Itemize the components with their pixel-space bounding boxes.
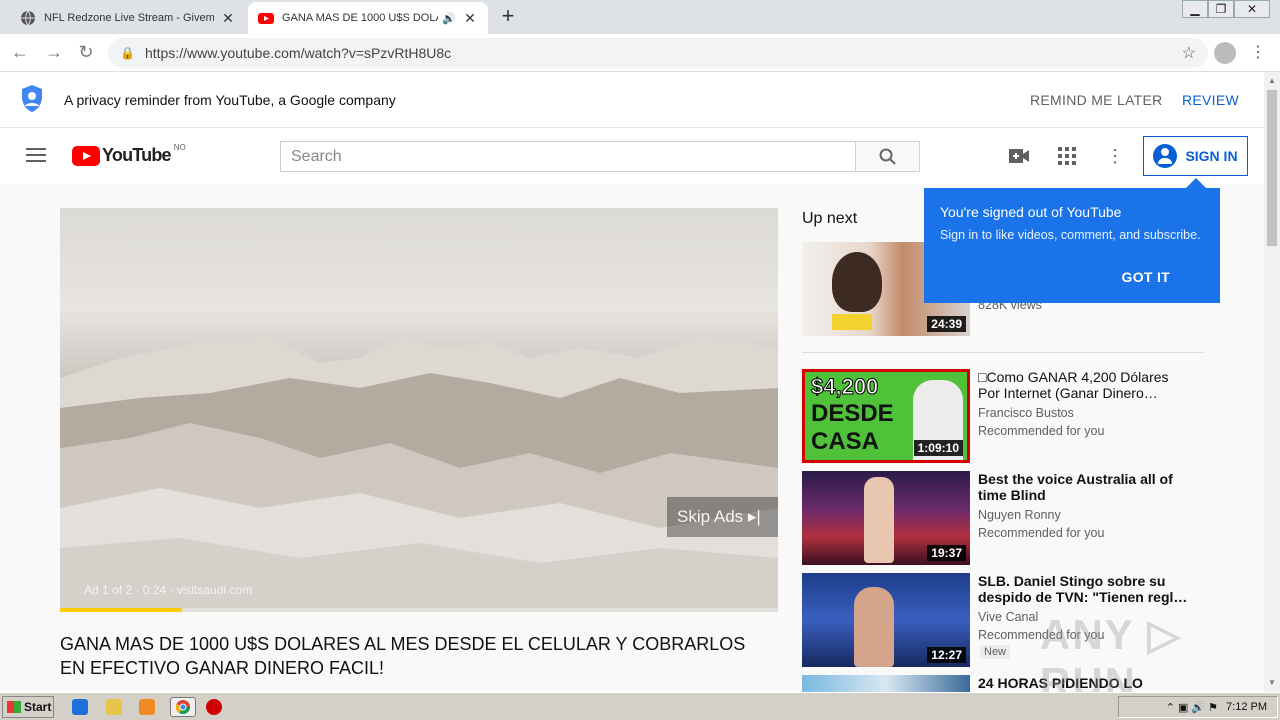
restore-button[interactable]: ❐ [1208, 0, 1234, 18]
menu-icon[interactable] [26, 148, 46, 162]
apps-grid-icon[interactable] [1056, 146, 1078, 166]
ad-info-text: Ad 1 of 2 · 0:24 · visitsaudi.com [84, 583, 253, 597]
browser-menu-icon[interactable]: ⋮ [1250, 42, 1266, 62]
chrome-icon [175, 700, 190, 714]
browser-tab-inactive[interactable]: NFL Redzone Live Stream - Givemereddit ✕ [10, 2, 246, 34]
youtube-favicon-icon [258, 13, 274, 24]
minimize-button[interactable]: ▁ [1182, 0, 1208, 18]
video-meta: Recommended for you [978, 424, 1105, 438]
thumb-text: CASA [811, 428, 880, 455]
globe-icon [21, 10, 35, 26]
bookmark-star-icon[interactable]: ☆ [1182, 43, 1196, 63]
profile-avatar[interactable] [1214, 42, 1236, 64]
windows-flag-icon [7, 701, 21, 713]
speaker-icon[interactable]: 🔊 [442, 12, 456, 25]
ie-icon[interactable] [72, 699, 88, 715]
account-icon [1153, 144, 1178, 168]
reload-button[interactable]: ↻ [74, 42, 98, 64]
tab-title: NFL Redzone Live Stream - Givemereddit [44, 12, 214, 24]
create-video-icon[interactable] [1008, 146, 1030, 166]
browser-tabstrip: NFL Redzone Live Stream - Givemereddit ✕… [0, 0, 1280, 34]
channel-name[interactable]: Vive Canal [978, 608, 1038, 626]
folder-icon[interactable] [106, 699, 122, 715]
start-label: Start [24, 700, 52, 714]
tooltip-body: Sign in to like videos, comment, and sub… [940, 228, 1201, 242]
skip-ads-button[interactable]: Skip Ads ▸| [667, 497, 778, 537]
video-title-link[interactable]: □Como GANAR 4,200 Dólares Por Internet (… [978, 369, 1188, 401]
thumb-figure [832, 252, 882, 312]
new-badge: New [980, 645, 1011, 659]
video-thumbnail[interactable]: 19:37 [802, 471, 970, 565]
settings-dots-icon[interactable]: ⋮ [1104, 146, 1126, 166]
video-duration: 19:37 [927, 545, 966, 561]
thumb-text: DESDE [811, 400, 894, 427]
window-close-button[interactable]: ✕ [1234, 0, 1270, 18]
privacy-text: A privacy reminder from YouTube, a Googl… [64, 92, 396, 108]
tray-icons[interactable]: ⌃ ▣ 🔊 ⚑ [1166, 701, 1218, 714]
url-text: https://www.youtube.com/watch?v=sPzvRtH8… [144, 45, 452, 61]
search-icon [879, 148, 896, 165]
video-title-link[interactable]: SLB. Daniel Stingo sobre su despido de T… [978, 573, 1188, 605]
channel-name[interactable]: Francisco Bustos [978, 404, 1074, 422]
close-icon[interactable]: ✕ [220, 10, 236, 26]
forward-button[interactable]: → [42, 42, 66, 64]
new-tab-button[interactable]: + [496, 5, 520, 28]
browser-toolbar: ← → ↻ 🔒 https://www.youtube.com/watch?v=… [0, 34, 1280, 72]
windows-taskbar: Start ⌃ ▣ 🔊 ⚑ 7:12 PM [0, 692, 1280, 720]
video-duration: 24:39 [927, 316, 966, 332]
up-next-label: Up next [802, 210, 858, 227]
divider [802, 352, 1204, 353]
sign-in-button[interactable]: SIGN IN [1143, 136, 1248, 176]
scrollbar-thumb[interactable] [1267, 90, 1277, 246]
chrome-taskbar-button[interactable] [170, 697, 196, 717]
video-thumbnail[interactable]: 12:27 [802, 573, 970, 667]
media-player-icon[interactable] [139, 699, 155, 715]
address-bar[interactable]: 🔒 https://www.youtube.com/watch?v=sPzvRt… [108, 38, 1208, 68]
thumb-figure [864, 477, 894, 563]
lock-icon: 🔒 [120, 46, 135, 60]
video-thumbnail[interactable] [802, 675, 970, 692]
thumb-shirt [832, 314, 872, 330]
video-thumbnail[interactable]: $4,200 DESDE CASA 1:09:10 [802, 369, 970, 463]
sign-in-label: SIGN IN [1185, 148, 1238, 164]
tooltip-title: You're signed out of YouTube [940, 204, 1122, 220]
thumb-text: $4,200 [810, 374, 879, 400]
shield-icon [22, 85, 42, 112]
channel-name[interactable]: Nguyen Ronny [978, 506, 1061, 524]
thumb-figure [854, 587, 894, 667]
stop-icon[interactable] [206, 699, 222, 715]
youtube-masthead: YouTube NO Search ⋮ SIGN IN [0, 128, 1264, 184]
clock[interactable]: 7:12 PM [1226, 701, 1267, 713]
youtube-logo[interactable]: YouTube NO [72, 143, 186, 166]
logo-wordmark: YouTube [102, 145, 172, 165]
back-button[interactable]: ← [8, 42, 32, 64]
page-scrollbar[interactable]: ▲ ▼ [1264, 72, 1280, 692]
close-icon[interactable]: ✕ [462, 10, 478, 26]
got-it-button[interactable]: GOT IT [1122, 269, 1170, 285]
video-duration: 12:27 [927, 647, 966, 663]
progress-bar[interactable] [60, 608, 778, 612]
system-tray: ⌃ ▣ 🔊 ⚑ 7:12 PM [1118, 696, 1278, 718]
browser-tab-active[interactable]: GANA MAS DE 1000 U$S DOLARES AL MES 🔊 ✕ [248, 2, 488, 34]
video-player[interactable] [60, 208, 778, 612]
signed-out-tooltip: You're signed out of YouTube Sign in to … [924, 178, 1220, 303]
search-input[interactable]: Search [280, 141, 856, 172]
video-duration: 1:09:10 [913, 440, 963, 456]
progress-fill [60, 608, 183, 612]
review-button[interactable]: REVIEW [1182, 92, 1239, 108]
privacy-banner: A privacy reminder from YouTube, a Googl… [0, 72, 1264, 128]
search-button[interactable] [855, 141, 920, 172]
remind-me-later-button[interactable]: REMIND ME LATER [1030, 92, 1163, 108]
tab-title: GANA MAS DE 1000 U$S DOLARES AL MES [282, 12, 438, 24]
video-title-link[interactable]: Best the voice Australia all of time Bli… [978, 471, 1188, 503]
youtube-play-icon [72, 145, 100, 166]
country-code: NO [173, 143, 186, 152]
video-title: GANA MAS DE 1000 U$S DOLARES AL MES DESD… [60, 634, 746, 678]
video-frame [60, 338, 778, 612]
start-button[interactable]: Start [2, 696, 54, 718]
video-meta: Recommended for you [978, 526, 1105, 540]
scroll-up-icon[interactable]: ▲ [1268, 76, 1276, 85]
